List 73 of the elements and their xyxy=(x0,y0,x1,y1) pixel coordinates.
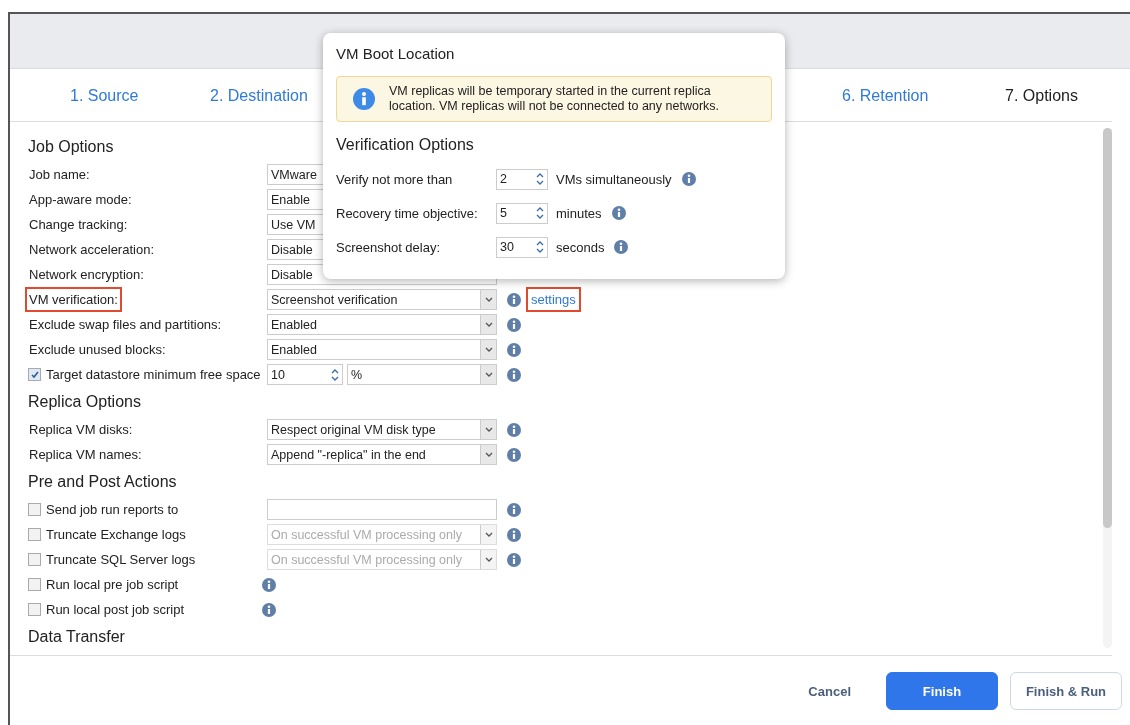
unit-label: minutes xyxy=(556,205,602,221)
dropdown-field[interactable]: % xyxy=(347,364,497,385)
field-label: Verify not more than xyxy=(336,171,454,187)
dropdown-field[interactable]: Enabled xyxy=(267,314,497,335)
info-icon[interactable] xyxy=(507,447,521,462)
info-icon[interactable] xyxy=(611,206,626,220)
wizard-step-tab[interactable]: 7. Options xyxy=(1005,87,1078,105)
info-icon[interactable] xyxy=(507,422,521,437)
number-spinner[interactable]: 10 xyxy=(267,364,343,385)
field-label: Exclude unused blocks: xyxy=(28,341,167,359)
info-icon[interactable] xyxy=(507,342,521,357)
section-heading: Verification Options xyxy=(336,136,475,154)
finish-run-button[interactable]: Finish & Run xyxy=(1010,672,1122,710)
checkbox[interactable] xyxy=(28,368,41,381)
unit-label: VMs simultaneously xyxy=(556,171,672,187)
field-label: Job name: xyxy=(28,166,91,184)
dropdown-field[interactable]: Respect original VM disk type xyxy=(267,419,497,440)
section-heading: Data Transfer xyxy=(28,628,125,645)
settings-link[interactable]: settings xyxy=(526,287,581,312)
caret-icon xyxy=(480,340,496,359)
info-icon[interactable] xyxy=(681,172,696,186)
section-heading: Pre and Post Actions xyxy=(28,473,177,490)
caret-icon xyxy=(480,525,496,544)
field-label: Network encryption: xyxy=(28,266,145,284)
caret-icon xyxy=(480,445,496,464)
wizard-step-tab[interactable]: 6. Retention xyxy=(842,87,929,105)
field-label: Truncate SQL Server logs xyxy=(45,551,197,569)
caret-icon xyxy=(480,290,496,309)
caret-icon xyxy=(480,365,496,384)
unit-label: seconds xyxy=(556,239,605,255)
caret-icon xyxy=(480,550,496,569)
field-label: Screenshot delay: xyxy=(336,239,442,255)
field-label: App-aware mode: xyxy=(28,191,133,209)
field-label: Exclude swap files and partitions: xyxy=(28,316,223,334)
field-label: Network acceleration: xyxy=(28,241,155,259)
section-heading: Replica Options xyxy=(28,393,141,410)
info-icon[interactable] xyxy=(614,240,629,254)
field-label: VM verification: xyxy=(25,287,122,312)
number-spinner[interactable]: 5 xyxy=(496,202,548,224)
wizard-step-tab[interactable]: 1. Source xyxy=(70,87,139,105)
notice-text: VM replicas will be temporary started in the current replica location. VM replicas will not be connected to any networks. xyxy=(389,84,721,114)
checkbox[interactable] xyxy=(28,578,41,591)
field-label: Run local post job script xyxy=(45,601,185,619)
checkbox[interactable] xyxy=(28,503,41,516)
caret-icon xyxy=(480,420,496,439)
field-label: Target datastore minimum free space xyxy=(45,366,262,384)
dropdown-field[interactable]: Screenshot verification xyxy=(267,289,497,310)
caret-icon xyxy=(480,315,496,334)
info-icon[interactable] xyxy=(262,602,276,617)
wizard-step-tab[interactable]: 2. Destination xyxy=(210,87,308,105)
popup-title: VM Boot Location xyxy=(336,45,456,62)
info-icon xyxy=(353,88,375,110)
info-icon[interactable] xyxy=(507,502,521,517)
checkbox[interactable] xyxy=(28,603,41,616)
field-label: Truncate Exchange logs xyxy=(45,526,187,544)
dropdown-field[interactable]: Enabled xyxy=(267,339,497,360)
field-label: Replica VM names: xyxy=(28,446,143,464)
info-icon[interactable] xyxy=(507,292,521,307)
scrollbar[interactable] xyxy=(1103,128,1112,648)
input-field[interactable] xyxy=(267,499,497,520)
section-heading: Job Options xyxy=(28,138,114,155)
finish-button[interactable]: Finish xyxy=(886,672,998,710)
field-label: Change tracking: xyxy=(28,216,129,234)
field-label: Run local pre job script xyxy=(45,576,180,594)
info-icon[interactable] xyxy=(507,367,521,382)
info-icon[interactable] xyxy=(262,577,276,592)
field-label: Send job run reports to xyxy=(45,501,180,519)
field-label: Recovery time objective: xyxy=(336,205,479,221)
number-spinner[interactable]: 2 xyxy=(496,168,548,190)
info-icon[interactable] xyxy=(507,317,521,332)
field-label: Replica VM disks: xyxy=(28,421,134,439)
dropdown-field[interactable]: Append "-replica" in the end xyxy=(267,444,497,465)
number-spinner[interactable]: 30 xyxy=(496,236,548,258)
